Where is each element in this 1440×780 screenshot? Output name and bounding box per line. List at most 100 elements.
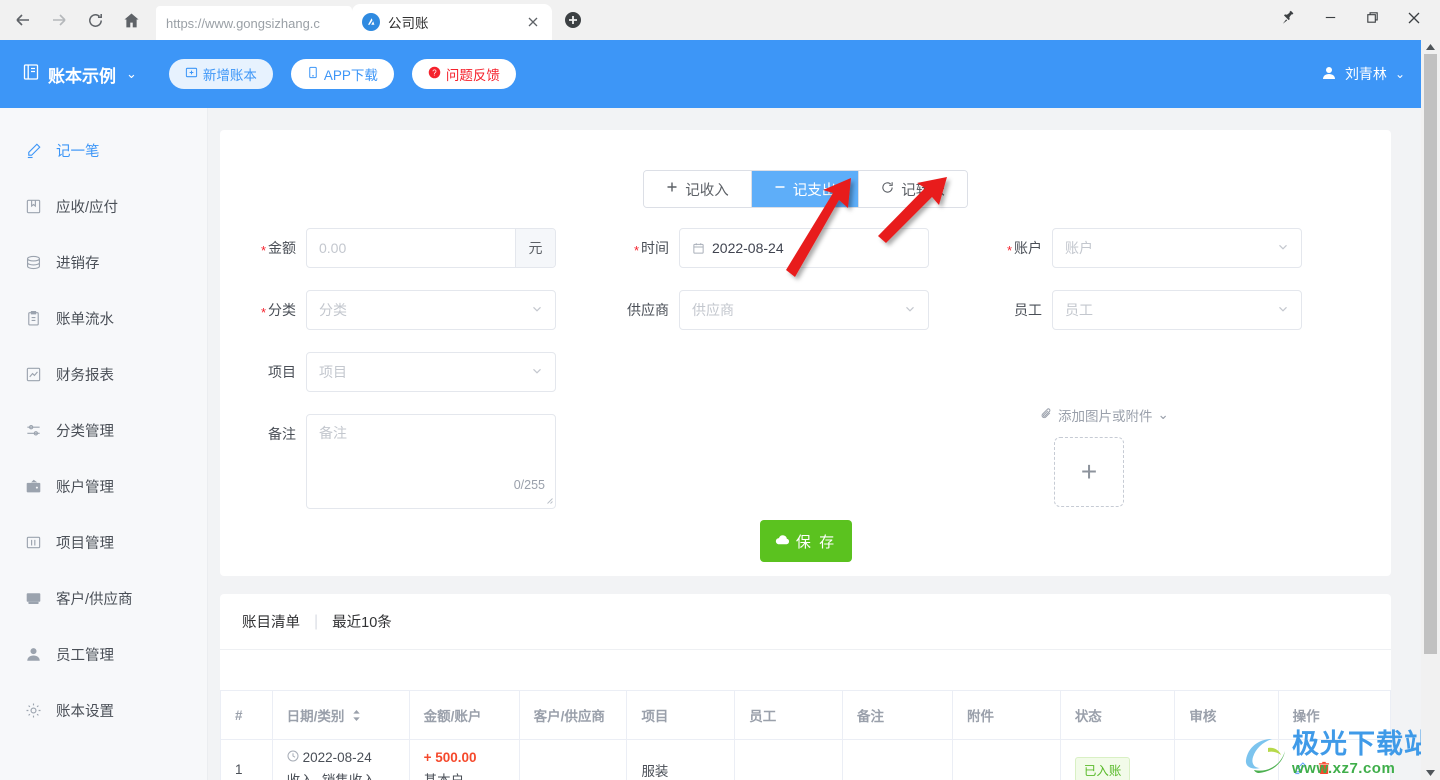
tab-strip: 公司账 xyxy=(352,0,586,40)
plus-circle-icon xyxy=(564,11,582,34)
back-arrow-icon xyxy=(13,10,33,30)
time-input[interactable]: 2022-08-24 xyxy=(679,228,929,268)
scroll-up-icon[interactable] xyxy=(1421,40,1440,54)
user-menu[interactable]: 刘青林 ⌄ xyxy=(1321,64,1405,84)
field-amount: 金额 0.00 元 xyxy=(244,228,617,290)
account-select[interactable]: 账户 xyxy=(1052,228,1302,268)
note-counter: 0/255 xyxy=(513,478,545,492)
chevron-down-icon xyxy=(1277,241,1289,256)
minimize-button[interactable] xyxy=(1310,3,1350,37)
address-bar[interactable]: https://www.gongsizhang.c xyxy=(156,6,352,40)
main-content: 记收入 记支出 记转账 金额 xyxy=(208,108,1421,780)
question-circle-icon: ? xyxy=(428,66,441,82)
sidebar-item-financial-report[interactable]: 财务报表 xyxy=(0,346,207,402)
project-select[interactable]: 项目 xyxy=(306,352,556,392)
resize-handle-icon[interactable] xyxy=(544,495,553,507)
sidebar-item-receivable-payable[interactable]: 应收/应付 xyxy=(0,178,207,234)
transfer-icon xyxy=(881,181,894,198)
app-download-button[interactable]: APP下载 xyxy=(290,59,394,89)
mobile-icon xyxy=(307,66,319,82)
sidebar-item-record[interactable]: 记一笔 xyxy=(0,122,207,178)
sidebar-item-customer-supplier[interactable]: 客户/供应商 xyxy=(0,570,207,626)
forward-button[interactable] xyxy=(42,3,76,37)
window-controls xyxy=(1268,0,1440,40)
svg-text:?: ? xyxy=(432,68,437,77)
sidebar-item-inventory[interactable]: 进销存 xyxy=(0,234,207,290)
plus-icon xyxy=(666,181,678,197)
book-ledger-icon xyxy=(24,197,42,215)
field-project-label: 项目 xyxy=(268,364,296,380)
employee-select[interactable]: 员工 xyxy=(1052,290,1302,330)
ledger-name: 账本示例 xyxy=(48,66,116,86)
col-date-category[interactable]: 日期/类别 xyxy=(271,690,410,740)
category-select[interactable]: 分类 xyxy=(306,290,556,330)
reload-button[interactable] xyxy=(78,3,112,37)
scrollbar-thumb[interactable] xyxy=(1424,54,1437,654)
entry-type-tabs: 记收入 记支出 记转账 xyxy=(220,130,1391,208)
supplier-select[interactable]: 供应商 xyxy=(679,290,929,330)
sidebar-item-label: 账本设置 xyxy=(56,703,114,720)
field-time-label: 时间 xyxy=(617,228,679,269)
page-scrollbar[interactable] xyxy=(1421,40,1440,780)
attachment-upload-label[interactable]: 添加图片或附件 ⌄ xyxy=(1030,405,1230,425)
amount-input[interactable]: 0.00 元 xyxy=(306,228,556,268)
ledger-list-toolbar-spacer xyxy=(220,650,1391,690)
tab-label: 记收入 xyxy=(685,182,729,199)
amount-placeholder: 0.00 xyxy=(319,240,347,256)
new-tab-button[interactable] xyxy=(560,9,586,35)
close-icon xyxy=(1406,10,1422,31)
project-icon xyxy=(24,533,42,551)
maximize-button[interactable] xyxy=(1352,3,1392,37)
ledger-selector[interactable]: 账本示例 ⌄ xyxy=(22,62,137,87)
sidebar-item-account-management[interactable]: 账户管理 xyxy=(0,458,207,514)
sidebar-item-category-management[interactable]: 分类管理 xyxy=(0,402,207,458)
watermark-sub: www.xz7.com xyxy=(1292,760,1396,777)
minimize-icon xyxy=(1323,10,1338,30)
cell-amount-account: + 500.00 基本户 xyxy=(408,739,520,780)
field-category-label: 分类 xyxy=(244,290,306,331)
chevron-down-icon: ⌄ xyxy=(126,66,137,81)
table-row[interactable]: 1 2022-08-24 收入 -销售收入 + 500.00 基本户 xyxy=(220,739,1392,780)
note-textarea[interactable]: 备注 0/255 xyxy=(306,414,556,509)
cell-attachment xyxy=(952,739,1061,780)
person-icon xyxy=(24,645,42,663)
cell-index: 1 xyxy=(220,739,273,780)
tab-record-transfer[interactable]: 记转账 xyxy=(859,171,967,207)
home-button[interactable] xyxy=(114,3,148,37)
site-watermark: 极光下载站 www.xz7.com xyxy=(1242,731,1432,776)
add-ledger-button[interactable]: 新增账本 xyxy=(168,59,273,89)
form-spacer xyxy=(617,352,990,414)
tab-record-expense[interactable]: 记支出 xyxy=(751,171,860,207)
tab-record-income[interactable]: 记收入 xyxy=(644,171,752,207)
cell-amount: + 500.00 xyxy=(423,750,477,765)
close-window-button[interactable] xyxy=(1394,3,1434,37)
tab-close-icon[interactable] xyxy=(524,13,542,31)
entry-form-card: 记收入 记支出 记转账 金额 xyxy=(220,130,1391,576)
cell-status: 已入账 xyxy=(1059,739,1176,780)
sidebar-item-employee-management[interactable]: 员工管理 xyxy=(0,626,207,682)
attachment-add-button[interactable]: + xyxy=(1054,437,1124,507)
col-status: 状态 xyxy=(1059,690,1176,740)
field-account: 账户 账户 xyxy=(990,228,1363,290)
back-button[interactable] xyxy=(6,3,40,37)
sidebar-item-label: 记一笔 xyxy=(56,143,100,160)
sidebar-item-project-management[interactable]: 项目管理 xyxy=(0,514,207,570)
sidebar-item-label: 分类管理 xyxy=(56,423,114,440)
scroll-down-icon[interactable] xyxy=(1421,766,1440,780)
gear-icon xyxy=(24,701,42,719)
feedback-label: 问题反馈 xyxy=(445,68,500,83)
sidebar-item-label: 客户/供应商 xyxy=(56,591,133,608)
field-supplier-label: 供应商 xyxy=(627,302,669,318)
wallet-icon xyxy=(24,477,42,495)
pin-tab-button[interactable] xyxy=(1268,3,1308,37)
app-download-label: APP下载 xyxy=(323,68,378,83)
feedback-button[interactable]: ? 问题反馈 xyxy=(411,59,516,89)
browser-tab-active[interactable]: 公司账 xyxy=(352,4,552,40)
field-supplier: 供应商 供应商 xyxy=(617,290,990,352)
sort-icon[interactable] xyxy=(352,709,361,724)
ledger-list-separator: | xyxy=(314,612,319,630)
sidebar-item-bill-flow[interactable]: 账单流水 xyxy=(0,290,207,346)
chevron-down-icon: ⌄ xyxy=(1157,407,1169,422)
sidebar-item-ledger-settings[interactable]: 账本设置 xyxy=(0,682,207,738)
save-button[interactable]: 保 存 xyxy=(759,520,852,562)
